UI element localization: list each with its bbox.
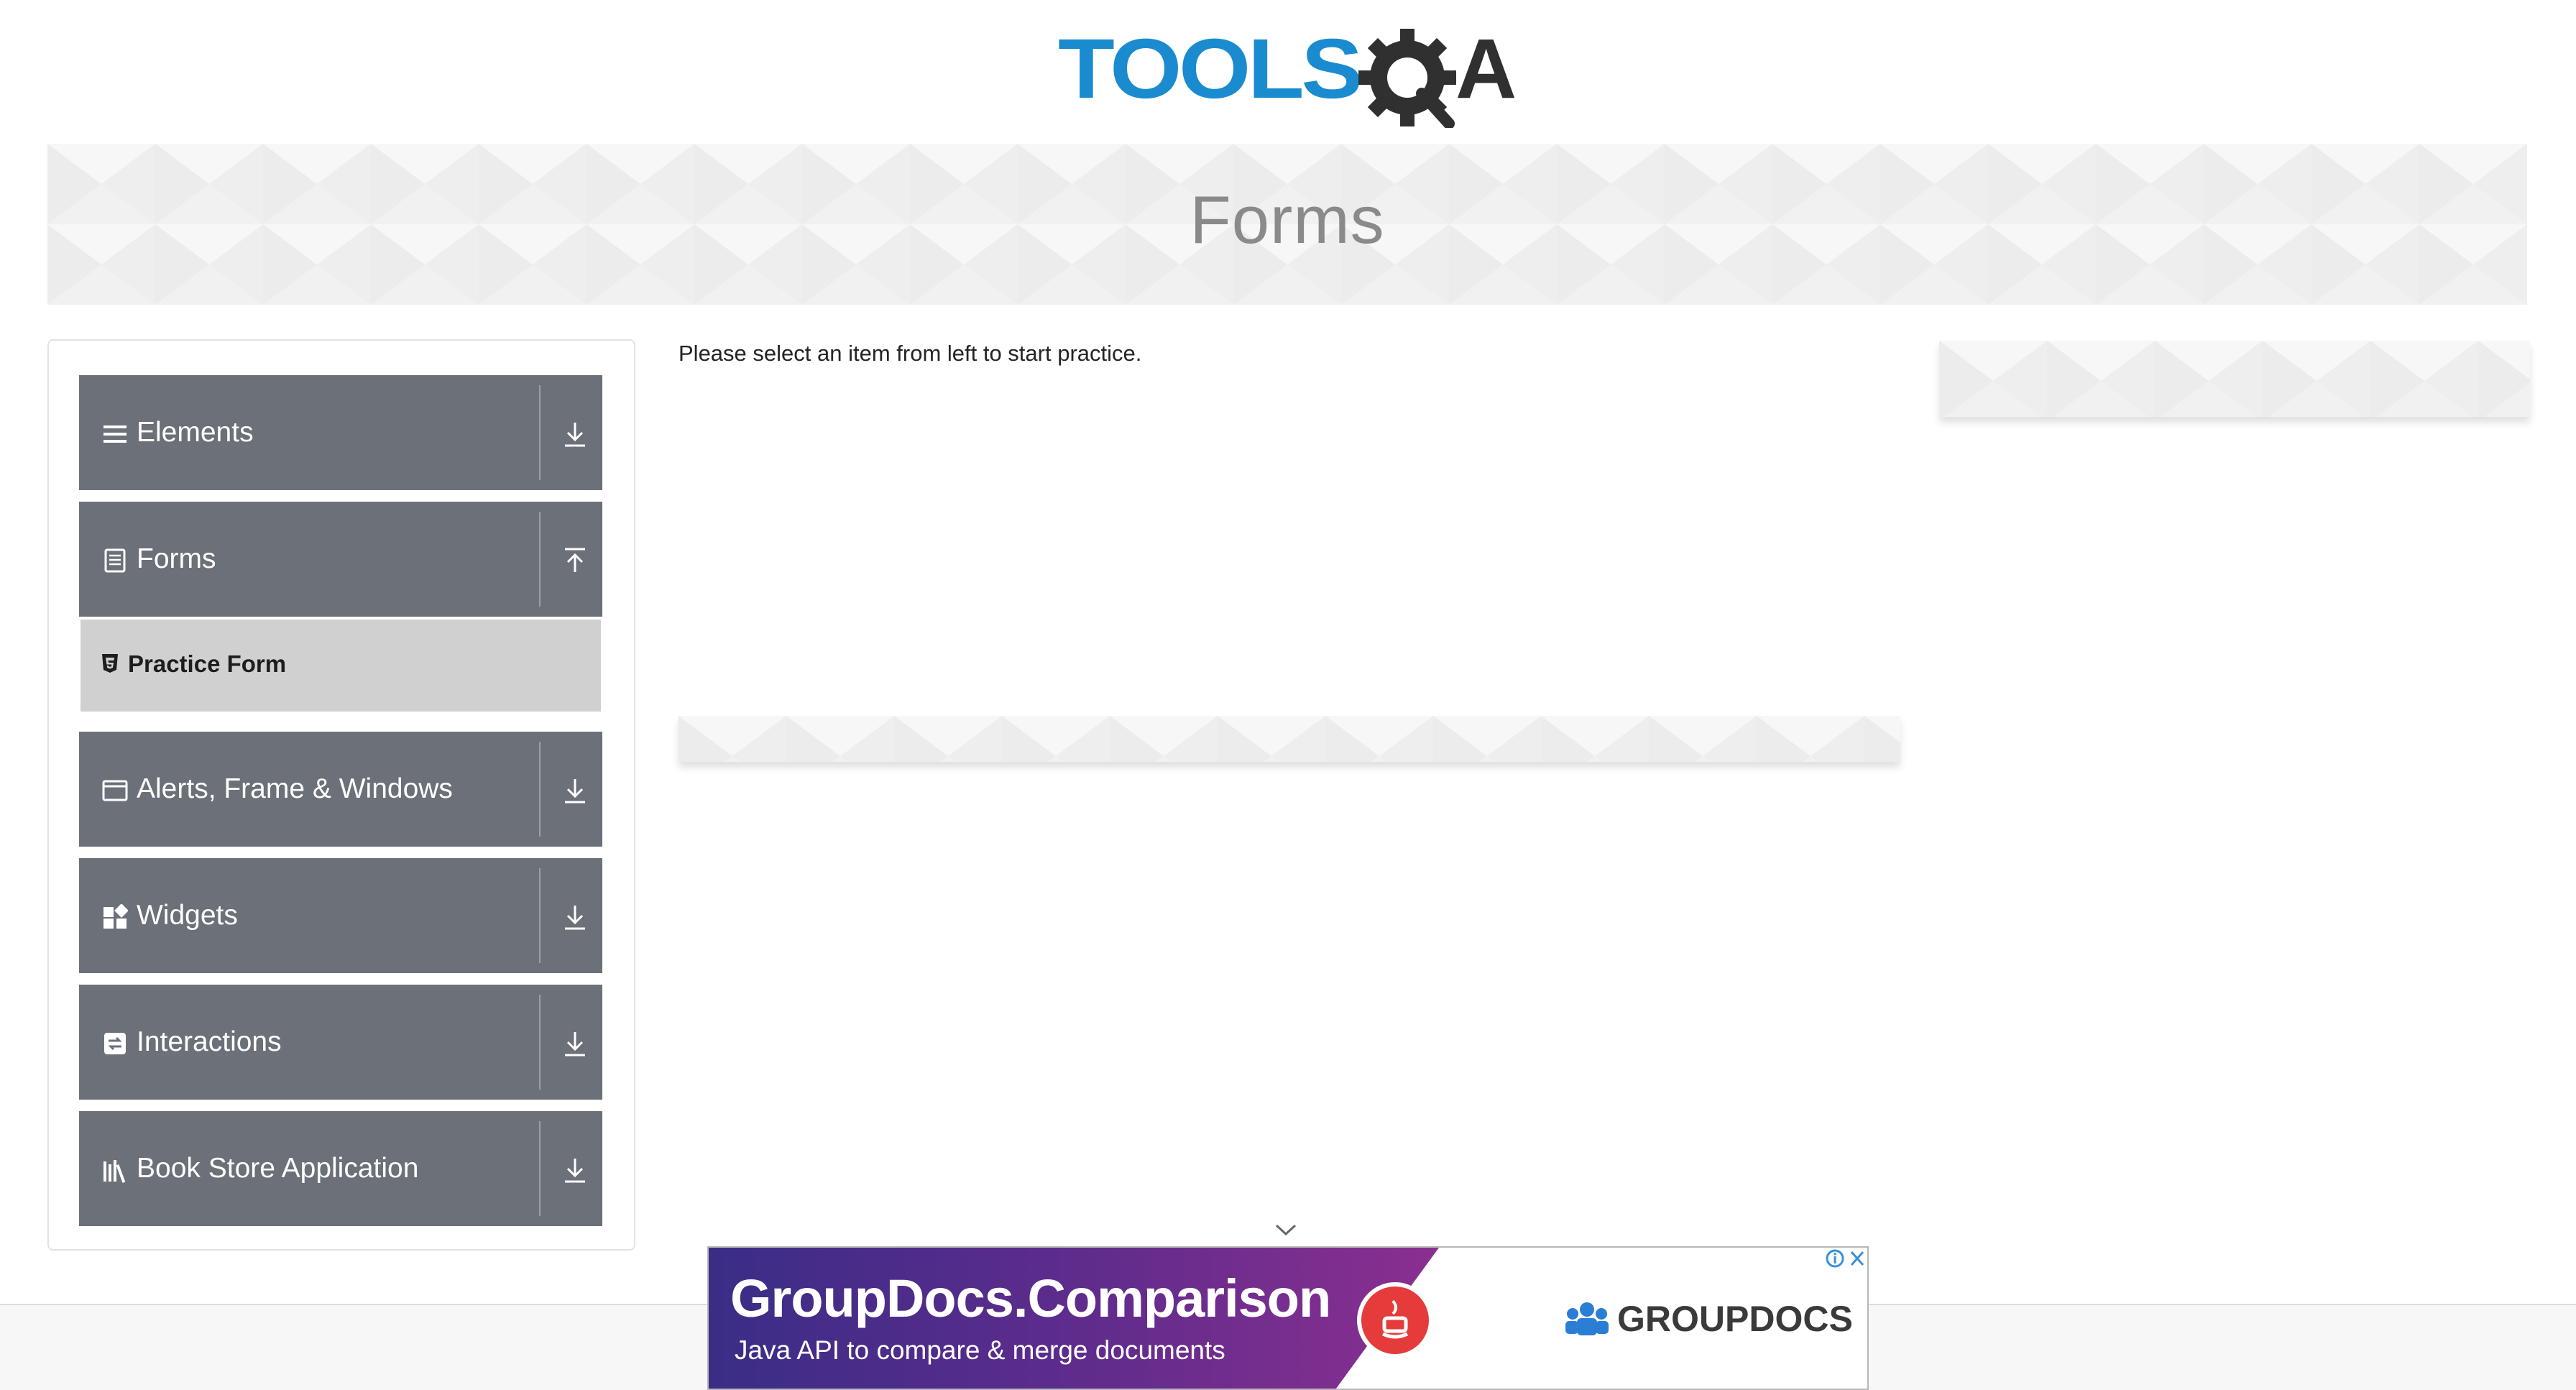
sidebar-group-label: Widgets [137,900,238,931]
divider [539,868,540,963]
svg-text:TOOLS: TOOLS [1058,22,1360,116]
sidebar-group-forms[interactable]: Forms [79,502,602,617]
bottom-advertisement[interactable]: GroupDocs.Comparison Java API to compare… [707,1246,1869,1390]
sidebar-item-practice-form[interactable]: Practice Form [80,620,601,712]
sidebar-group-widgets[interactable]: Widgets [79,858,602,973]
ad-brand: GROUPDOCS [1617,1299,1853,1339]
html5-icon [102,654,118,673]
sidebar-group-label: Elements [137,417,254,448]
interactions-icon [104,1033,126,1054]
ad-placeholder-middle [678,716,1900,762]
expand-arrow-icon[interactable] [562,903,588,931]
groupdocs-logo-icon [1565,1302,1609,1335]
page-banner: Forms [47,144,2527,305]
sidebar-group-label: Book Store Application [137,1153,419,1184]
instruction-text: Please select an item from left to start… [678,341,1142,366]
java-logo-icon [1357,1282,1433,1358]
expand-arrow-icon[interactable] [562,1029,588,1058]
divider [539,995,540,1090]
sidebar-group-label: Forms [137,543,216,574]
chevron-down-icon[interactable] [1274,1222,1298,1238]
divider [539,512,540,607]
sidebar-group-interactions[interactable]: Interactions [79,985,602,1100]
document-icon [104,548,126,573]
bookshelf-icon [104,1160,126,1183]
divider [539,385,540,480]
sidebar-item-label: Practice Form [128,650,287,677]
divider [539,742,540,837]
svg-text:A: A [1455,22,1517,116]
collapse-arrow-icon[interactable] [562,546,588,575]
page-title: Forms [1190,182,1385,257]
toolsqa-logo[interactable]: TOOLS A [1057,20,1524,129]
expand-arrow-icon[interactable] [562,420,588,448]
widgets-icon [104,904,128,929]
ad-placeholder-right [1939,341,2530,417]
sidebar-group-label: Interactions [137,1026,282,1057]
sidebar-group-elements[interactable]: Elements [79,375,602,490]
ad-choices-icon[interactable] [1824,1248,1869,1269]
sidebar-group-book-store-application[interactable]: Book Store Application [79,1111,602,1226]
hamburger-icon [104,425,126,443]
sidebar-group-alerts-frame-windows[interactable]: Alerts, Frame & Windows [79,732,602,847]
sidebar-group-label: Alerts, Frame & Windows [137,773,453,804]
ad-title: GroupDocs.Comparison [730,1269,1331,1328]
expand-arrow-icon[interactable] [562,1156,588,1184]
page: TOOLS A Forms Elements Forms Practice Fo… [0,0,2576,1390]
divider [539,1121,540,1216]
window-icon [102,780,128,801]
ad-subtitle: Java API to compare & merge documents [735,1335,1225,1365]
sidebar-menu: Elements Forms Practice Form Alerts, Fra… [47,339,635,1251]
expand-arrow-icon[interactable] [562,776,588,805]
